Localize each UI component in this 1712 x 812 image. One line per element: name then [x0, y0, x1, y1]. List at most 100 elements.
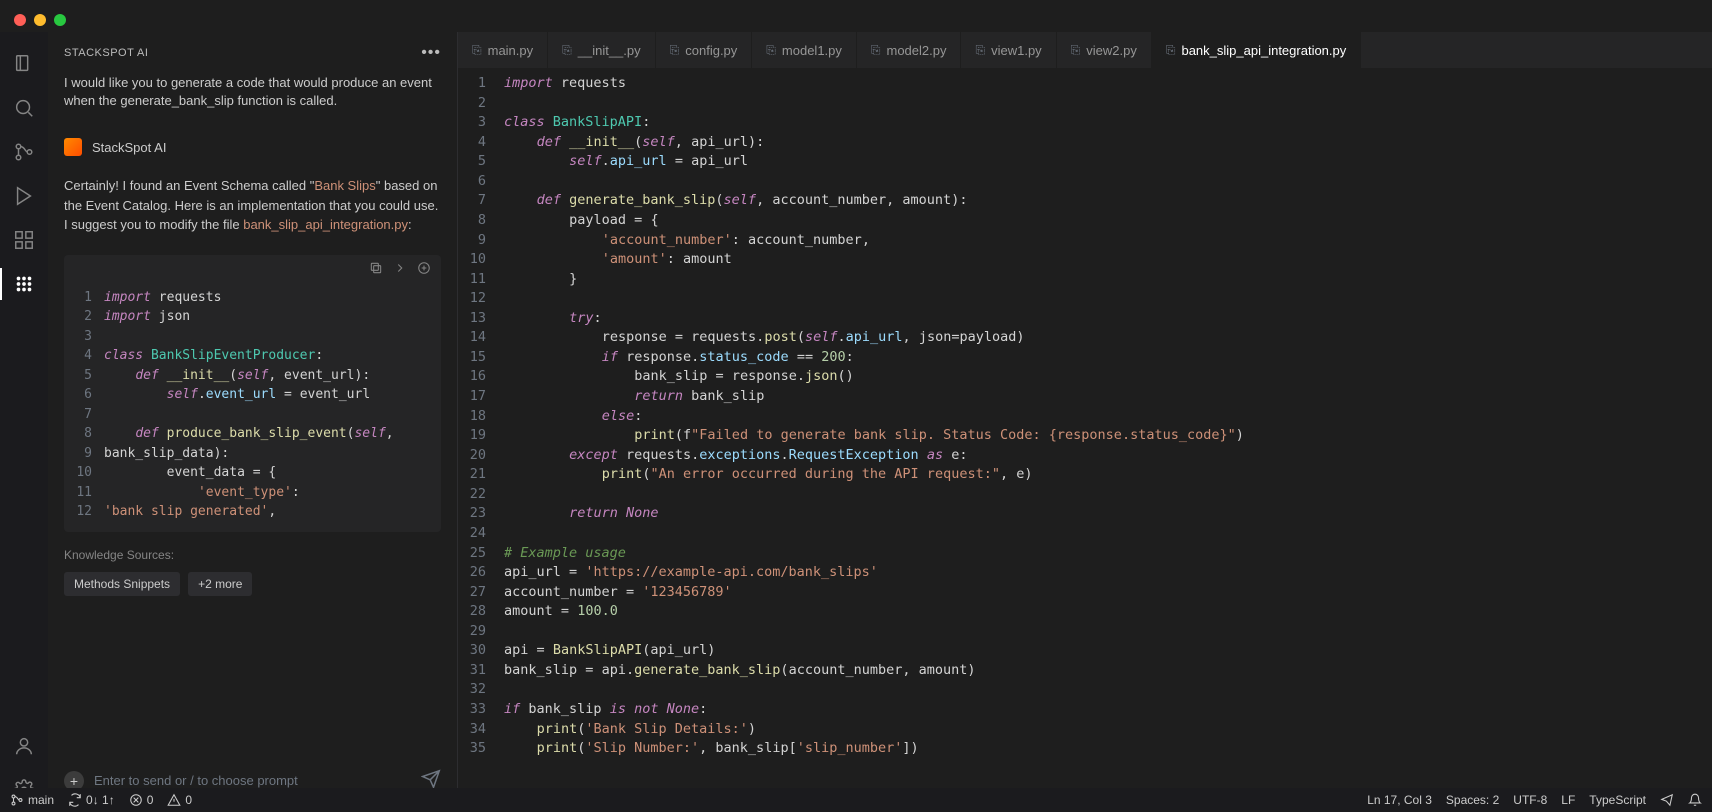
tab-view2-py[interactable]: ⎘view2.py	[1057, 32, 1152, 68]
suggested-code-line: 6 self.event_url = event_url	[64, 385, 441, 405]
explorer-icon[interactable]	[0, 42, 48, 86]
stackspot-icon[interactable]	[0, 262, 48, 306]
editor-line: 18 else:	[458, 407, 1712, 427]
status-bar: main 0↓ 1↑ 0 0 Ln 17, Col 3 Spaces: 2 UT…	[0, 788, 1712, 812]
suggested-code-line: 3	[64, 327, 441, 347]
editor-line: 24	[458, 524, 1712, 544]
maximize-window-button[interactable]	[54, 14, 66, 26]
editor-line: 10 'amount': amount	[458, 250, 1712, 270]
editor-line: 1import requests	[458, 74, 1712, 94]
file-icon: ⎘	[975, 43, 985, 58]
stackspot-panel: STACKSPOT AI ••• I would like you to gen…	[48, 32, 458, 812]
file-icon: ⎘	[871, 43, 881, 58]
editor-line: 32	[458, 680, 1712, 700]
suggested-code-line: 1import requests	[64, 288, 441, 308]
editor-line: 25# Example usage	[458, 544, 1712, 564]
insert-code-icon[interactable]	[393, 261, 407, 278]
file-icon: ⎘	[1166, 43, 1176, 58]
eol-indicator[interactable]: LF	[1561, 793, 1575, 807]
tab-bank_slip_api_integration-py[interactable]: ⎘bank_slip_api_integration.py	[1152, 32, 1361, 68]
editor-line: 16 bank_slip = response.json()	[458, 367, 1712, 387]
knowledge-pill-1[interactable]: Methods Snippets	[64, 572, 180, 596]
file-icon: ⎘	[670, 43, 680, 58]
knowledge-pill-more[interactable]: +2 more	[188, 572, 252, 596]
warnings-count[interactable]: 0	[167, 793, 192, 807]
suggested-code-line: 5 def __init__(self, event_url):	[64, 366, 441, 386]
branch-indicator[interactable]: main	[10, 793, 54, 807]
editor-line: 26api_url = 'https://example-api.com/ban…	[458, 563, 1712, 583]
editor-line: 33if bank_slip is not None:	[458, 700, 1712, 720]
suggested-code-line: 9bank_slip_data):	[64, 444, 441, 464]
tab-view1-py[interactable]: ⎘view1.py	[961, 32, 1056, 68]
user-message: I would like you to generate a code that…	[64, 74, 441, 110]
tab-model2-py[interactable]: ⎘model2.py	[857, 32, 962, 68]
language-indicator[interactable]: TypeScript	[1589, 793, 1646, 807]
suggested-code-line: 12'bank slip generated',	[64, 502, 441, 522]
search-icon[interactable]	[0, 86, 48, 130]
tab-main-py[interactable]: ⎘main.py	[458, 32, 548, 68]
editor-line: 20 except requests.exceptions.RequestExc…	[458, 446, 1712, 466]
editor-line: 22	[458, 485, 1712, 505]
notifications-icon[interactable]	[1688, 793, 1702, 807]
editor-line: 4 def __init__(self, api_url):	[458, 133, 1712, 153]
suggested-code-line: 8 def produce_bank_slip_event(self,	[64, 424, 441, 444]
encoding-indicator[interactable]: UTF-8	[1513, 793, 1547, 807]
file-icon: ⎘	[1071, 43, 1081, 58]
editor-line: 34 print('Bank Slip Details:')	[458, 720, 1712, 740]
bank-slips-link[interactable]: Bank Slips	[314, 178, 375, 193]
editor-line: 12	[458, 289, 1712, 309]
suggested-code-line: 11 'event_type':	[64, 483, 441, 503]
suggested-code-line: 7	[64, 405, 441, 425]
copy-code-icon[interactable]	[369, 261, 383, 278]
panel-more-button[interactable]: •••	[421, 44, 441, 62]
errors-count[interactable]: 0	[129, 793, 154, 807]
activity-bar	[0, 32, 48, 812]
extensions-icon[interactable]	[0, 218, 48, 262]
editor-line: 17 return bank_slip	[458, 387, 1712, 407]
editor-line: 27account_number = '123456789'	[458, 583, 1712, 603]
suggested-code-line: 4class BankSlipEventProducer:	[64, 346, 441, 366]
run-icon[interactable]	[0, 174, 48, 218]
editor-line: 29	[458, 622, 1712, 642]
chat-input[interactable]	[94, 773, 411, 788]
tab-config-py[interactable]: ⎘config.py	[656, 32, 753, 68]
editor-line: 7 def generate_bank_slip(self, account_n…	[458, 191, 1712, 211]
close-window-button[interactable]	[14, 14, 26, 26]
feedback-icon[interactable]	[1660, 793, 1674, 807]
indent-indicator[interactable]: Spaces: 2	[1446, 793, 1499, 807]
source-control-icon[interactable]	[0, 130, 48, 174]
file-icon: ⎘	[562, 43, 572, 58]
new-file-icon[interactable]	[417, 261, 431, 278]
sync-indicator[interactable]: 0↓ 1↑	[68, 793, 115, 807]
editor-line: 21 print("An error occurred during the A…	[458, 465, 1712, 485]
editor-line: 11 }	[458, 270, 1712, 290]
editor-line: 31bank_slip = api.generate_bank_slip(acc…	[458, 661, 1712, 681]
stackspot-logo-icon	[64, 138, 82, 156]
knowledge-sources-label: Knowledge Sources:	[64, 548, 441, 562]
editor-line: 13 try:	[458, 309, 1712, 329]
editor-line: 6	[458, 172, 1712, 192]
ai-response-text-1: Certainly! I found an Event Schema calle…	[64, 176, 441, 235]
file-icon: ⎘	[766, 43, 776, 58]
panel-title: STACKSPOT AI	[64, 47, 148, 59]
editor-line: 28amount = 100.0	[458, 602, 1712, 622]
suggested-code-line: 2import json	[64, 307, 441, 327]
editor-line: 30api = BankSlipAPI(api_url)	[458, 641, 1712, 661]
file-icon: ⎘	[472, 43, 482, 58]
editor-area: ⎘main.py⎘__init__.py⎘config.py⎘model1.py…	[458, 32, 1712, 812]
editor-line: 15 if response.status_code == 200:	[458, 348, 1712, 368]
tab-model1-py[interactable]: ⎘model1.py	[752, 32, 857, 68]
editor-line: 5 self.api_url = api_url	[458, 152, 1712, 172]
editor-line: 23 return None	[458, 504, 1712, 524]
editor-line: 3class BankSlipAPI:	[458, 113, 1712, 133]
account-icon[interactable]	[0, 724, 48, 768]
window-controls	[14, 14, 66, 26]
cursor-position[interactable]: Ln 17, Col 3	[1367, 793, 1432, 807]
tab-__init__-py[interactable]: ⎘__init__.py	[548, 32, 656, 68]
editor-line: 14 response = requests.post(self.api_url…	[458, 328, 1712, 348]
minimize-window-button[interactable]	[34, 14, 46, 26]
ai-response-header: StackSpot AI	[64, 138, 441, 156]
editor-line: 35 print('Slip Number:', bank_slip['slip…	[458, 739, 1712, 759]
code-editor[interactable]: 1import requests23class BankSlipAPI:4 de…	[458, 68, 1712, 812]
file-link[interactable]: bank_slip_api_integration.py	[243, 217, 408, 232]
